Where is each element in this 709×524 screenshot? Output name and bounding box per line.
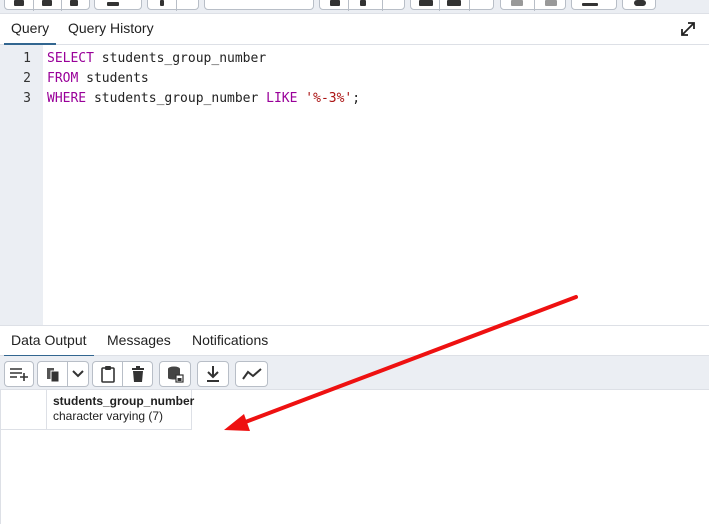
sql-string: '%-3%' — [305, 91, 353, 106]
toolbar-group-execute[interactable] — [319, 0, 405, 11]
tab-query-history[interactable]: Query History — [68, 14, 154, 45]
download-icon — [207, 366, 219, 382]
toolbar-group-macros[interactable] — [571, 0, 617, 10]
tab-notifications[interactable]: Notifications — [192, 326, 268, 357]
result-grid[interactable]: students_group_number character varying … — [0, 390, 709, 524]
grid-corner-cell[interactable] — [1, 390, 47, 430]
toolbar-group-explain[interactable] — [410, 0, 494, 11]
sql-keyword: SELECT — [47, 51, 94, 66]
expand-icon[interactable] — [679, 20, 697, 38]
toolbar-group-edit[interactable] — [94, 0, 142, 10]
sql-keyword: WHERE — [47, 91, 87, 106]
toolbar-group-limit[interactable] — [204, 0, 314, 10]
copy-icon — [46, 368, 59, 383]
delete-button[interactable] — [123, 361, 153, 387]
add-row-button[interactable] — [4, 361, 34, 387]
toolbar-group-help[interactable] — [622, 0, 656, 10]
tab-data-output[interactable]: Data Output — [4, 326, 94, 357]
column-name: students_group_number — [53, 394, 195, 408]
line-number-gutter: 1 2 3 — [0, 45, 43, 325]
toolbar-group-file[interactable] — [4, 0, 90, 11]
copy-button[interactable] — [37, 361, 68, 387]
line-number: 3 — [23, 91, 31, 106]
sql-keyword: FROM — [47, 71, 79, 86]
download-button[interactable] — [197, 361, 229, 387]
code-line[interactable]: SELECT students_group_number — [47, 49, 266, 69]
output-tabs: Data Output Messages Notifications — [0, 325, 709, 357]
sql-keyword: LIKE — [266, 91, 298, 106]
code-line[interactable]: WHERE students_group_number LIKE '%-3%'; — [47, 89, 360, 109]
line-number: 2 — [23, 71, 31, 86]
toolbar-group-filter[interactable] — [147, 0, 199, 11]
data-output-toolbar — [0, 356, 709, 390]
chevron-down-icon — [72, 370, 84, 378]
tab-query[interactable]: Query — [4, 14, 57, 45]
sql-identifier: students_group_number — [86, 91, 267, 106]
sql-punctuation: ; — [352, 91, 361, 106]
code-line[interactable]: FROM students — [47, 69, 149, 89]
paste-button[interactable] — [92, 361, 123, 387]
save-data-icon — [168, 366, 184, 383]
save-data-button[interactable] — [159, 361, 191, 387]
toolbar-group-transaction[interactable] — [500, 0, 566, 11]
sql-identifier: students_group_number — [93, 51, 267, 66]
delete-icon — [131, 365, 144, 382]
paste-icon — [100, 366, 115, 383]
column-header[interactable]: students_group_number character varying … — [47, 390, 195, 430]
sql-editor[interactable]: 1 2 3 SELECT students_group_number FROM … — [0, 45, 709, 325]
copy-options-button[interactable] — [68, 361, 89, 387]
column-type: character varying (7) — [53, 409, 164, 423]
line-number: 1 — [23, 51, 31, 66]
graph-icon — [241, 368, 262, 380]
sql-identifier: students — [78, 71, 149, 86]
query-tabs: Query Query History — [0, 14, 709, 45]
add-row-icon — [10, 368, 28, 381]
tab-messages[interactable]: Messages — [107, 326, 171, 357]
graph-visualiser-button[interactable] — [235, 361, 268, 387]
top-toolbar — [0, 0, 709, 14]
